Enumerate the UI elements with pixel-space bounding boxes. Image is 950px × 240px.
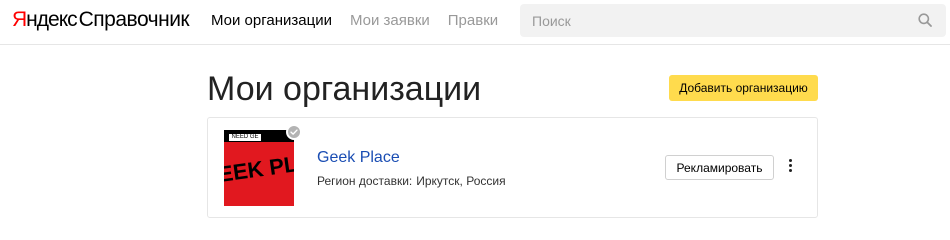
- promote-button[interactable]: Рекламировать: [665, 155, 774, 180]
- logo-brand-rest: ндекс: [26, 8, 77, 31]
- organization-card: NEED GE EEK PLACI Geek Place Регион дост…: [207, 117, 818, 218]
- organization-name-link[interactable]: Geek Place: [317, 149, 400, 167]
- logo-product: Справочник: [78, 8, 190, 31]
- add-organization-button[interactable]: Добавить организацию: [669, 75, 818, 101]
- organization-logo[interactable]: NEED GE EEK PLACI: [224, 130, 294, 206]
- yandex-spravochnik-logo[interactable]: Яндекс Справочник: [12, 8, 190, 34]
- verified-badge-icon: [286, 124, 302, 140]
- search-input[interactable]: [520, 4, 910, 37]
- delivery-region-value: Иркутск, Россия: [416, 174, 506, 188]
- page-title: Мои организации: [207, 70, 482, 108]
- delivery-region-label: Регион доставки:: [317, 174, 413, 188]
- main-nav: Мои организации Мои заявки Правки: [211, 12, 516, 29]
- delivery-region: Регион доставки: Иркутск, Россия: [317, 174, 506, 188]
- top-header: Яндекс Справочник Мои организации Мои за…: [0, 0, 950, 45]
- nav-item-edits[interactable]: Правки: [448, 12, 498, 29]
- logo-tag-text: NEED GE: [228, 133, 262, 142]
- logo-brand: Яндекс: [12, 8, 78, 32]
- nav-item-my-requests[interactable]: Мои заявки: [350, 12, 430, 29]
- logo-brand-first-letter: Я: [12, 8, 27, 31]
- more-vertical-icon[interactable]: [783, 157, 797, 177]
- nav-item-my-organizations[interactable]: Мои организации: [211, 12, 332, 29]
- search-icon[interactable]: [918, 13, 932, 27]
- search-box: [520, 4, 946, 37]
